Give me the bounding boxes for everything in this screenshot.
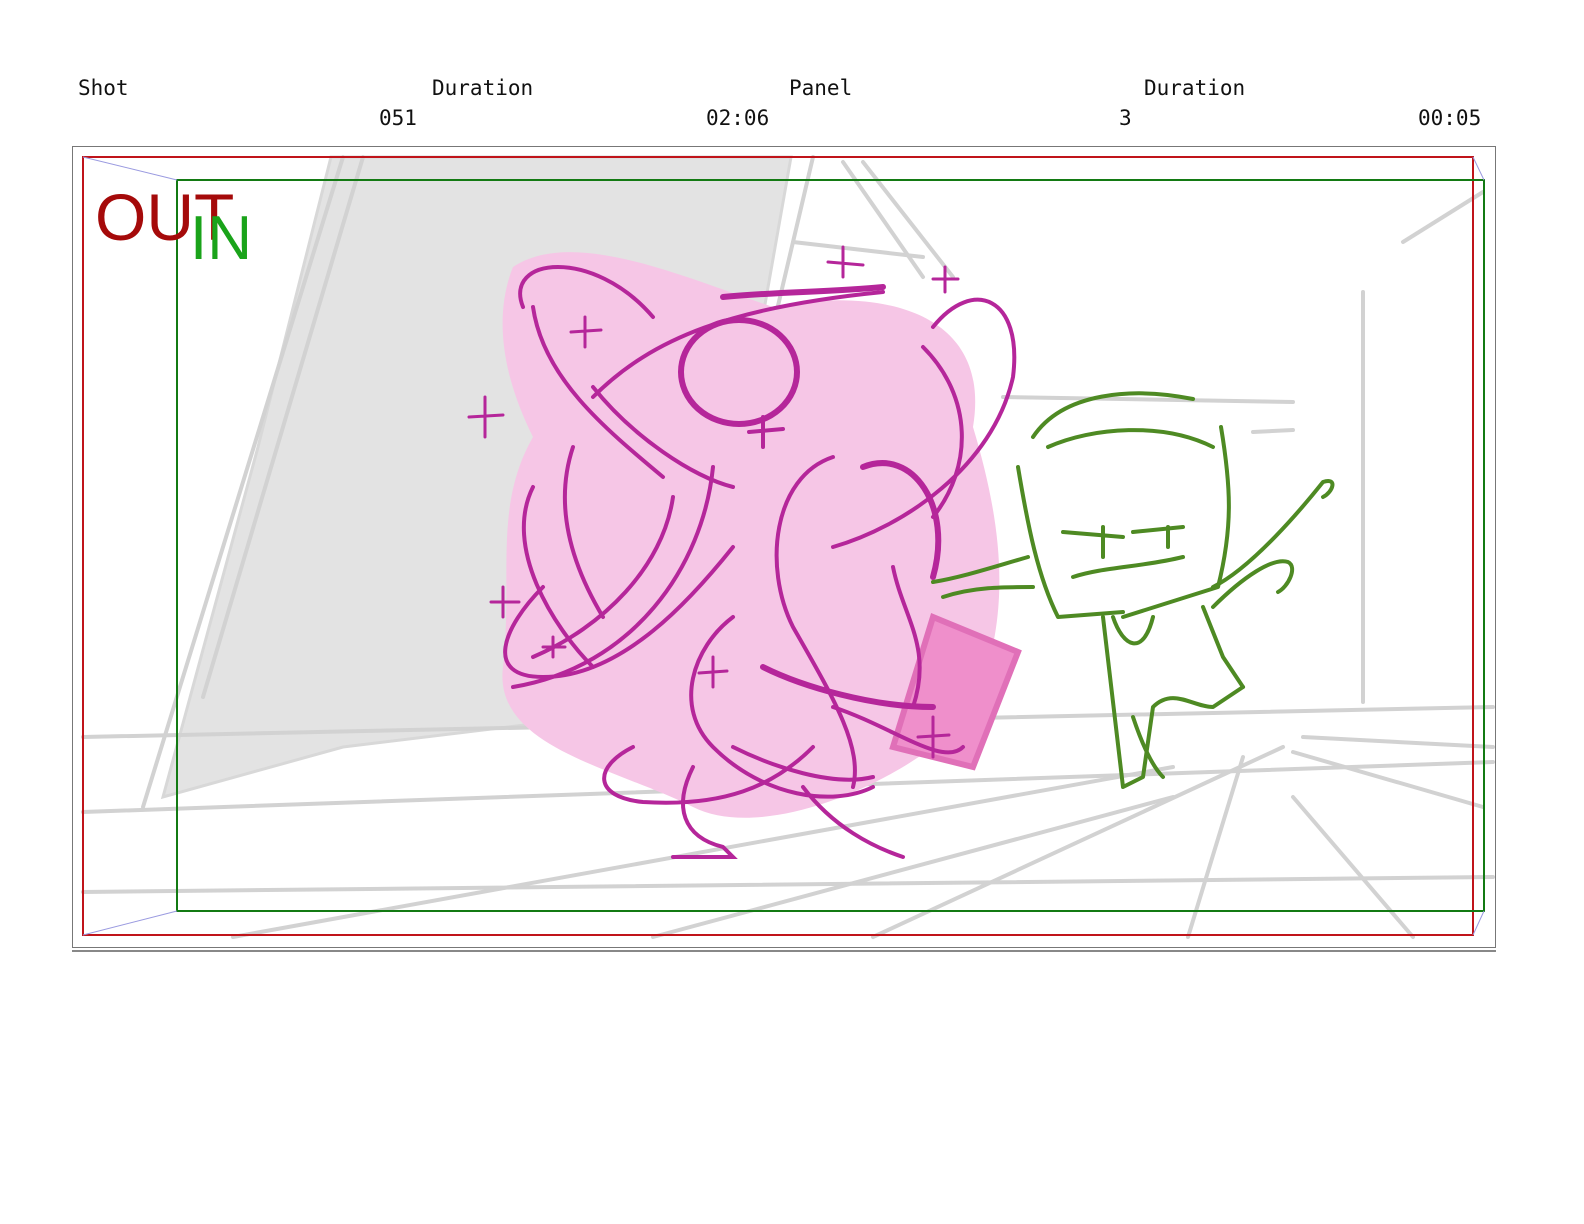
storyboard-panel[interactable]: OUT IN (72, 146, 1496, 948)
panel-bottom-divider (72, 950, 1496, 952)
tentacle-creature-sketch (467, 245, 1022, 859)
panel-duration-label: Duration (1144, 76, 1246, 100)
shot-value: 051 (379, 106, 417, 130)
in-label: IN (190, 204, 252, 273)
shot-duration-value: 02:06 (706, 106, 770, 130)
shot-label: Shot (78, 76, 129, 100)
panel-duration-value: 00:05 (1418, 106, 1482, 130)
shot-duration-label: Duration (432, 76, 534, 100)
panel-label: Panel (789, 76, 853, 100)
panel-drawing: OUT IN (81, 155, 1495, 939)
panel-value: 3 (1119, 106, 1132, 130)
